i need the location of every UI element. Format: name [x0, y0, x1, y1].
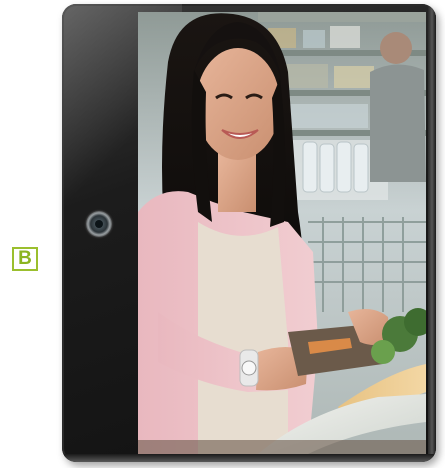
tablet-side-edge [428, 4, 436, 462]
woman-shopping-grocery-photo [138, 12, 426, 454]
tablet-screen [138, 12, 426, 454]
option-label-b[interactable]: B [12, 247, 38, 271]
answer-option-card: B [0, 0, 445, 468]
camera-lens [95, 220, 103, 228]
tablet-bottom-edge [62, 454, 436, 462]
camera-icon [86, 211, 112, 237]
tablet-device [62, 4, 436, 462]
